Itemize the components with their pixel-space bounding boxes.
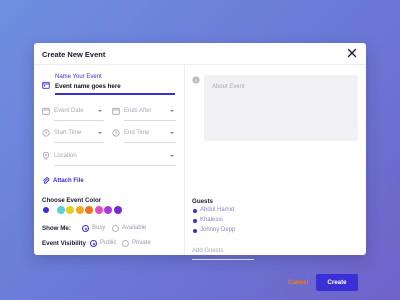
event-name-input[interactable]: Event name goes here: [55, 83, 121, 90]
event-date-field[interactable]: Event Date: [54, 108, 84, 114]
event-name-label: Name Your Event: [55, 74, 102, 80]
color-swatch[interactable]: [75, 206, 84, 214]
location-chevron-icon[interactable]: [170, 155, 174, 157]
visibility-label: Event Visibility: [42, 240, 86, 247]
color-section-label: Choose Event Color: [42, 197, 102, 204]
ends-after-underline: [124, 120, 176, 121]
clock-icon: [42, 129, 50, 137]
color-swatch[interactable]: [56, 206, 65, 214]
guest-dot: [193, 229, 197, 233]
start-time-underline: [54, 142, 104, 143]
guest-item: Khalessi: [200, 217, 223, 223]
attach-file-link[interactable]: Attach File: [53, 178, 84, 184]
end-time-field[interactable]: End Time: [124, 130, 149, 136]
color-swatch[interactable]: [104, 206, 112, 214]
public-radio[interactable]: [90, 240, 97, 247]
panel-divider: [184, 65, 185, 255]
right-panel: About Event Guests Abdul Hamid Khalessi …: [192, 73, 358, 291]
public-option-label: Public: [100, 240, 117, 246]
start-time-chevron-icon[interactable]: [98, 132, 102, 134]
available-option-label: Available: [122, 225, 147, 231]
guest-item: Johnny Depp: [200, 227, 236, 233]
event-date-chevron-icon[interactable]: [98, 110, 102, 112]
calendar-date-icon: [42, 107, 50, 115]
private-option-label: Private: [132, 240, 151, 246]
color-swatch[interactable]: [66, 206, 74, 214]
cancel-button[interactable]: Cancel: [288, 279, 308, 286]
color-swatch[interactable]: [113, 206, 122, 214]
event-name-underline: [55, 93, 175, 95]
clock-end-icon: [112, 129, 120, 137]
start-time-field[interactable]: Start Time: [54, 130, 81, 136]
private-radio[interactable]: [122, 240, 129, 247]
modal-title: Create New Event: [42, 50, 106, 59]
event-date-underline: [54, 120, 104, 121]
guests-label: Guests: [192, 198, 213, 205]
ends-after-chevron-icon[interactable]: [170, 110, 174, 112]
create-button[interactable]: Create: [316, 274, 358, 291]
show-me-label: Show Me:: [42, 225, 71, 232]
add-guests-underline: [192, 259, 254, 260]
create-event-modal: Create New Event Name Your Event Event n…: [34, 43, 366, 291]
about-event-placeholder: About Event: [212, 84, 245, 90]
color-swatch[interactable]: [85, 206, 93, 214]
info-icon: [192, 76, 200, 84]
color-swatch[interactable]: [94, 206, 103, 214]
paperclip-icon[interactable]: [42, 177, 50, 185]
location-field[interactable]: Location: [54, 153, 77, 159]
busy-radio[interactable]: [82, 225, 89, 232]
available-radio[interactable]: [112, 225, 119, 232]
add-guests-input[interactable]: Add Guests: [192, 248, 223, 254]
end-time-underline: [124, 142, 176, 143]
end-time-chevron-icon[interactable]: [170, 132, 174, 134]
guest-item: Abdul Hamid: [200, 207, 235, 213]
ends-after-field[interactable]: Ends After: [124, 108, 152, 114]
modal-header: Create New Event: [34, 43, 366, 65]
calendar-icon: [42, 81, 50, 89]
calendar-end-icon: [112, 107, 120, 115]
close-icon[interactable]: [346, 47, 358, 59]
busy-option-label: Busy: [92, 225, 106, 231]
location-underline: [54, 165, 176, 166]
guest-dot: [193, 219, 197, 223]
about-event-textarea[interactable]: About Event: [204, 75, 358, 141]
location-pin-icon: [42, 152, 50, 160]
color-swatch[interactable]: [43, 207, 49, 213]
guest-dot: [193, 209, 197, 213]
